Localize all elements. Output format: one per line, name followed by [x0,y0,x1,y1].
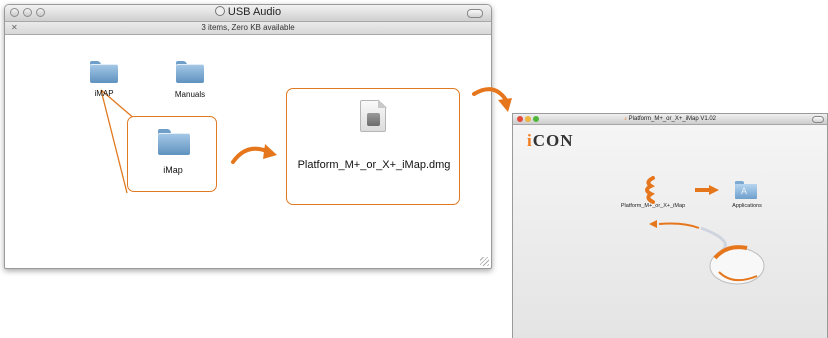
window-title: ♪ Platform_M+_or_X+_iMap V1.02 [623,116,717,122]
window-titlebar: ♪ Platform_M+_or_X+_iMap V1.02 [513,114,827,125]
disk-icon [214,6,225,16]
arrow-icon [231,144,277,164]
icon-logo: iCON [527,131,574,150]
folder-icon[interactable] [158,129,190,155]
toolbar-toggle-button[interactable] [467,9,483,18]
app-icon[interactable] [641,176,665,204]
folder-label-imap-sub[interactable]: iMap [143,165,203,175]
applications-folder-icon[interactable]: A [735,181,757,199]
status-bar: ✕ 3 items, Zero KB available [5,22,491,35]
dmg-file-label[interactable]: Platform_M+_or_X+_iMap.dmg [287,159,461,171]
folder-label-manuals[interactable]: Manuals [165,90,215,99]
mouse-icon [709,245,765,285]
window-title: USB Audio [5,6,491,18]
installer-window: ♪ Platform_M+_or_X+_iMap V1.02 iCON Plat… [512,113,828,338]
app-icon: ♪ [623,116,627,122]
resize-grip[interactable] [480,257,489,266]
toolbar-toggle-button[interactable] [812,116,824,123]
folder-icon[interactable] [90,61,118,83]
folder-icon[interactable] [176,61,204,83]
window-titlebar: USB Audio [5,5,491,22]
callout-box: iMap [127,116,217,192]
status-text: 3 items, Zero KB available [201,23,295,32]
arrow-icon [695,185,719,195]
app-label[interactable]: Platform_M+_or_X+_iMap [617,203,689,209]
dmg-callout-box: Platform_M+_or_X+_iMap.dmg [286,88,460,205]
pin-icon: ✕ [11,23,18,32]
folder-label-imap[interactable]: iMAP [80,89,128,98]
dmg-file-icon[interactable] [360,99,387,132]
applications-label[interactable]: Applications [719,203,775,209]
